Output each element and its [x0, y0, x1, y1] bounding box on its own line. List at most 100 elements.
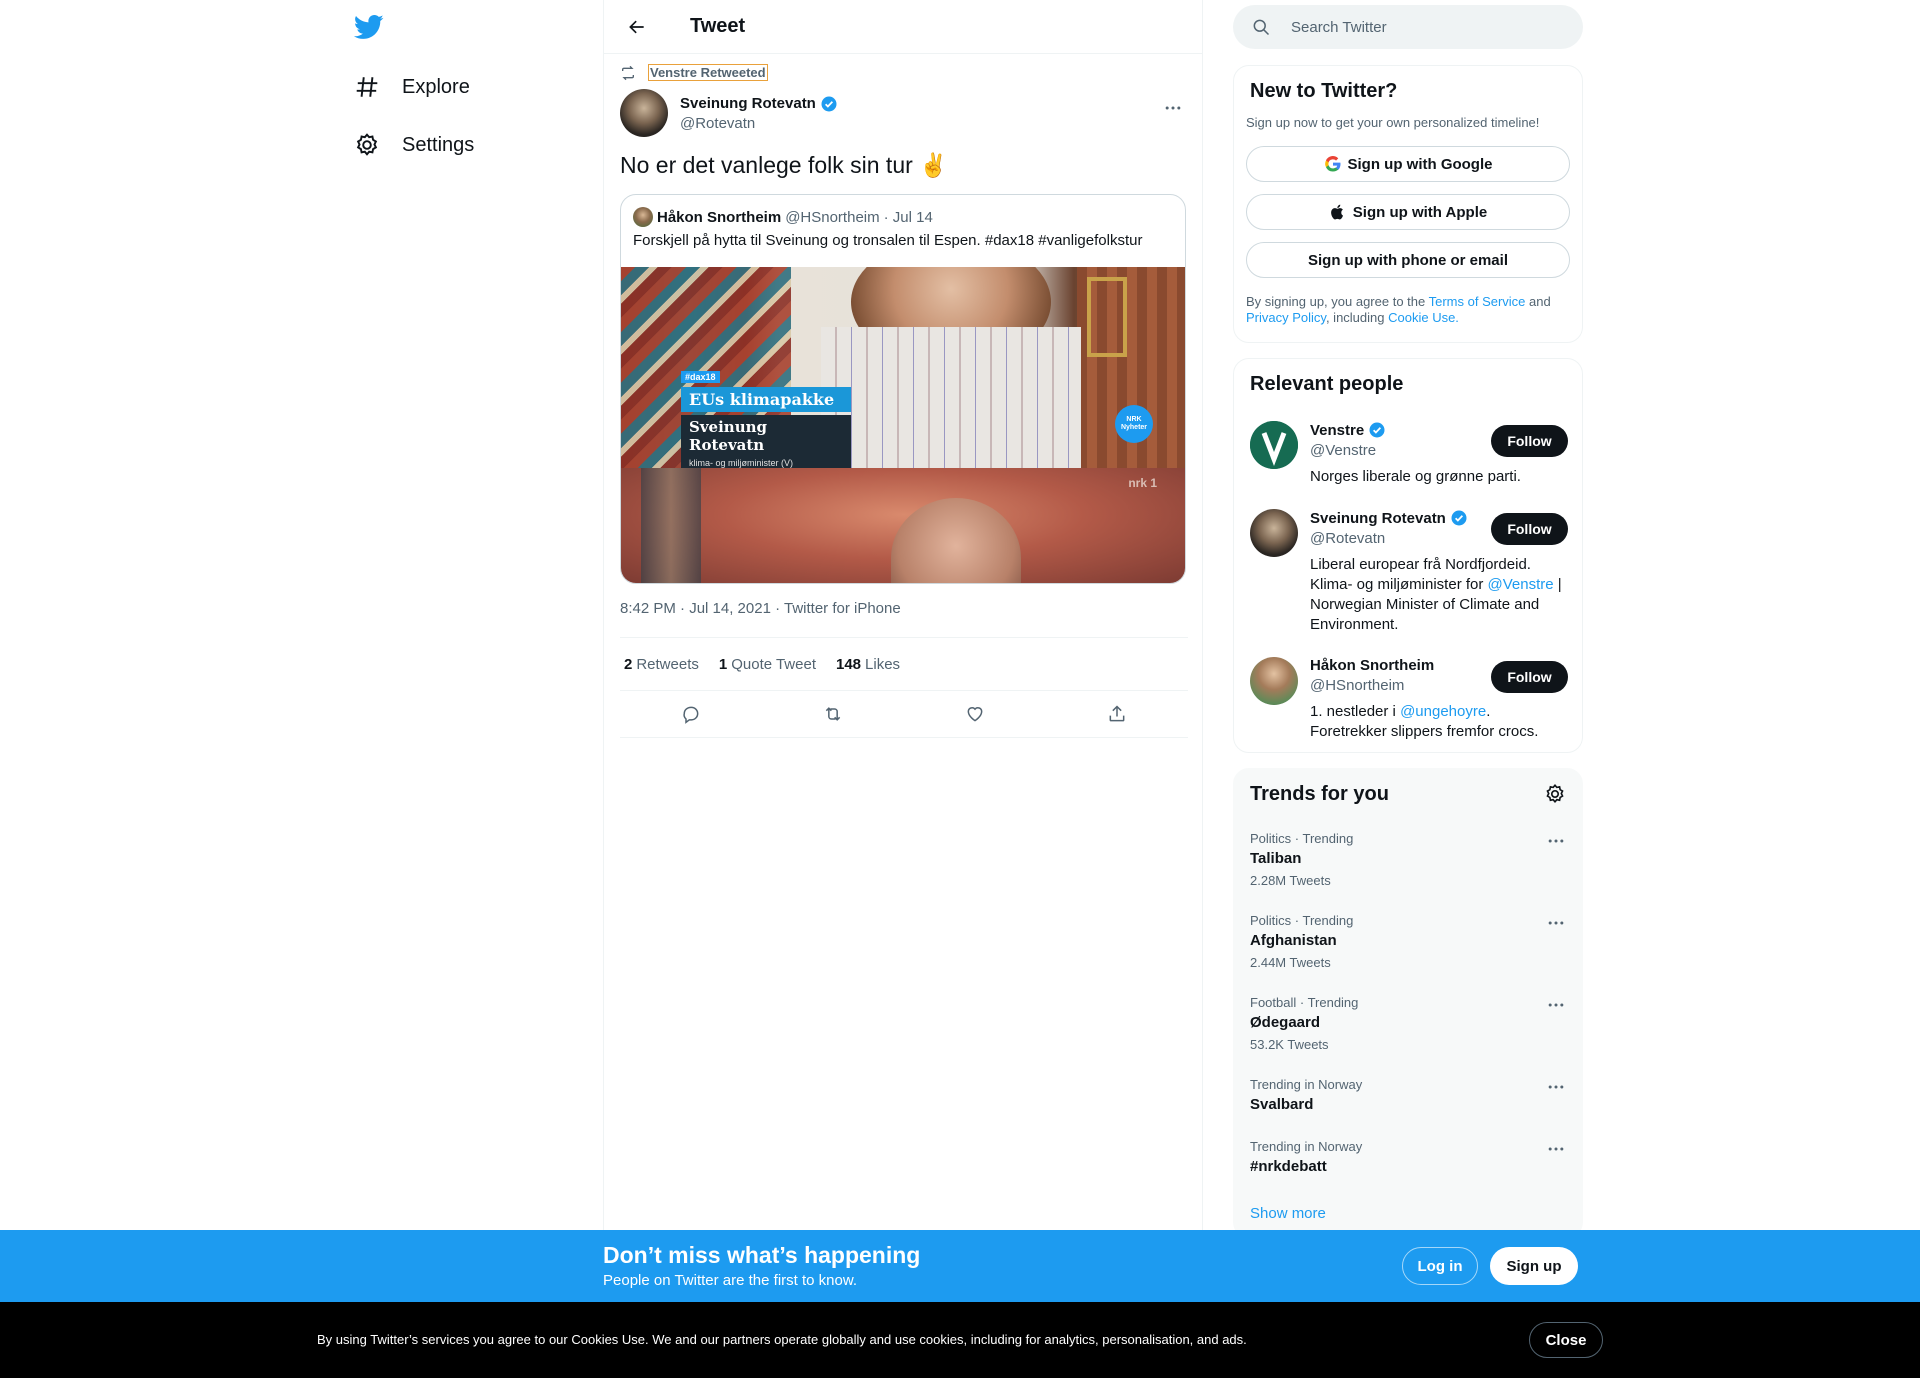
person-head [891, 498, 1021, 583]
gear-icon [1546, 784, 1564, 804]
trend-item[interactable]: Football · Trending Ødegaard 53.2K Tweet… [1250, 995, 1568, 1052]
reply-button[interactable] [674, 697, 708, 731]
person-name: Sveinung Rotevatn [1310, 509, 1446, 527]
trend-item[interactable]: Trending in Norway Svalbard [1250, 1077, 1568, 1113]
avatar[interactable] [620, 89, 668, 137]
nav-item-label: Explore [402, 75, 470, 98]
trend-name: Svalbard [1250, 1096, 1314, 1113]
follow-button[interactable]: Follow [1491, 661, 1568, 693]
tweet-timestamp[interactable]: 8:42 PM · Jul 14, 2021 · Twitter for iPh… [620, 600, 901, 617]
trend-item[interactable]: Politics · Trending Afghanistan 2.44M Tw… [1250, 913, 1568, 970]
signup-phone-button[interactable]: Sign up with phone or email [1246, 242, 1570, 278]
follow-button[interactable]: Follow [1491, 513, 1568, 545]
quoted-tweet-text: Forskjell på hytta til Sveinung og trons… [633, 232, 1143, 249]
trend-context: Politics · Trending [1250, 913, 1354, 928]
quotes-count: 1 [718, 655, 728, 673]
cookie-link[interactable]: Cookie Use. [1388, 310, 1459, 325]
trend-name: Ødegaard [1250, 1014, 1321, 1031]
retweets-label: Retweets [636, 655, 699, 673]
trend-more-button[interactable] [1544, 913, 1568, 933]
picture-frame [1087, 277, 1127, 357]
person-bio-text: 1. nestleder i [1310, 703, 1401, 720]
trends-card: Trends for you Politics · Trending Talib… [1233, 768, 1583, 1238]
quoted-tweet-header: Håkon Snortheim @HSnortheim · Jul 14 [633, 207, 933, 227]
retweet-icon [622, 65, 634, 80]
author-handle[interactable]: @Rotevatn [680, 115, 838, 132]
quote-tweets-stat[interactable]: 1 Quote Tweet [719, 656, 816, 673]
cookie-close-button[interactable]: Close [1529, 1322, 1603, 1358]
retweet-button[interactable] [816, 697, 850, 731]
trend-more-button[interactable] [1544, 1139, 1568, 1159]
mention-link[interactable]: @Venstre [1488, 576, 1554, 593]
lower-third-tag: #dax18 [681, 371, 720, 383]
card-title: Relevant people [1250, 373, 1404, 395]
terms-link[interactable]: Terms of Service [1429, 294, 1526, 309]
retweets-count: 2 [624, 655, 633, 673]
avatar [1250, 657, 1298, 705]
trends-settings-button[interactable] [1544, 783, 1566, 805]
tweet-column: Tweet Venstre Retweeted Sveinung Rotevat… [603, 0, 1203, 1378]
privacy-link[interactable]: Privacy Policy [1246, 310, 1326, 325]
signup-google-button[interactable]: Sign up with Google [1246, 146, 1570, 182]
nav-item-explore[interactable]: Explore [352, 67, 470, 107]
author-display-name-row[interactable]: Sveinung Rotevatn [680, 95, 838, 113]
tweet-author: Sveinung Rotevatn @Rotevatn [620, 89, 1190, 137]
twitter-bird-icon[interactable] [353, 12, 384, 42]
trend-more-button[interactable] [1544, 995, 1568, 1015]
more-dots-icon [1548, 921, 1564, 925]
nav-item-settings[interactable]: Settings [352, 125, 474, 165]
quoted-tweet[interactable]: Håkon Snortheim @HSnortheim · Jul 14 For… [620, 194, 1186, 584]
trend-context: Football · Trending [1250, 995, 1359, 1010]
tweet-text: No er det vanlege folk sin tur ✌️ [620, 152, 948, 178]
quoted-tweet-media[interactable]: #dax18 EUs klimapakke Sveinung Rotevatn … [621, 267, 1185, 583]
search-input[interactable] [1291, 18, 1551, 36]
avatar [1250, 421, 1298, 469]
reply-icon [683, 706, 699, 724]
share-button[interactable] [1100, 697, 1134, 731]
person-name: Venstre [1310, 421, 1365, 439]
follow-button[interactable]: Follow [1491, 425, 1568, 457]
likes-stat[interactable]: 148 Likes [836, 656, 900, 673]
author-display-name: Sveinung Rotevatn [680, 95, 816, 112]
avatar [1250, 509, 1298, 557]
legal-text: By signing up, you agree to the Terms of… [1246, 294, 1570, 326]
page-title: Tweet [690, 15, 746, 37]
person-bio: 1. nestleder i @ungehoyre. Foretrekker s… [1310, 702, 1568, 742]
trend-item[interactable]: Politics · Trending Taliban 2.28M Tweets [1250, 831, 1568, 888]
trend-name: Taliban [1250, 850, 1302, 867]
hashtag-icon [352, 72, 382, 102]
trend-count: 2.44M Tweets [1250, 955, 1331, 970]
cookie-consent-bar: By using Twitter’s services you agree to… [0, 1302, 1920, 1378]
lower-third-title: EUs klimapakke [681, 387, 851, 412]
retweet-context: Venstre Retweeted [620, 64, 768, 81]
more-dots-icon [1548, 1085, 1564, 1089]
tweet-stats: 2 Retweets 1 Quote Tweet 148 Likes [620, 637, 1188, 691]
retweets-stat[interactable]: 2 Retweets [624, 656, 699, 673]
more-dots-icon [1548, 1147, 1564, 1151]
trend-context: Politics · Trending [1250, 831, 1354, 846]
likes-count: 148 [836, 655, 862, 673]
search-bar[interactable] [1233, 5, 1583, 49]
trend-name: #nrkdebatt [1250, 1158, 1327, 1175]
retweet-icon [825, 707, 841, 721]
verified-badge-icon [821, 96, 837, 111]
more-options-button[interactable] [1156, 91, 1190, 125]
trend-more-button[interactable] [1544, 831, 1568, 851]
lower-third-name: Sveinung Rotevatn [681, 415, 851, 457]
mention-link[interactable]: @ungehoyre [1400, 703, 1486, 720]
retweeted-by-link[interactable]: Venstre Retweeted [648, 64, 768, 81]
signup-banner: Don’t miss what’s happening People on Tw… [0, 1230, 1920, 1302]
share-icon [1109, 705, 1125, 722]
trend-more-button[interactable] [1544, 1077, 1568, 1097]
signup-apple-button[interactable]: Sign up with Apple [1246, 194, 1570, 230]
signup-button[interactable]: Sign up [1490, 1247, 1578, 1285]
google-icon [1324, 155, 1342, 173]
back-button[interactable] [620, 10, 654, 44]
login-button[interactable]: Log in [1402, 1247, 1478, 1285]
person-name: Håkon Snortheim [1310, 657, 1435, 674]
video-frame-top: #dax18 EUs klimapakke Sveinung Rotevatn … [621, 267, 1185, 471]
show-more-link[interactable]: Show more [1250, 1205, 1326, 1222]
verified-badge-icon [1451, 510, 1467, 526]
trend-item[interactable]: Trending in Norway #nrkdebatt [1250, 1139, 1568, 1175]
like-button[interactable] [958, 697, 992, 731]
